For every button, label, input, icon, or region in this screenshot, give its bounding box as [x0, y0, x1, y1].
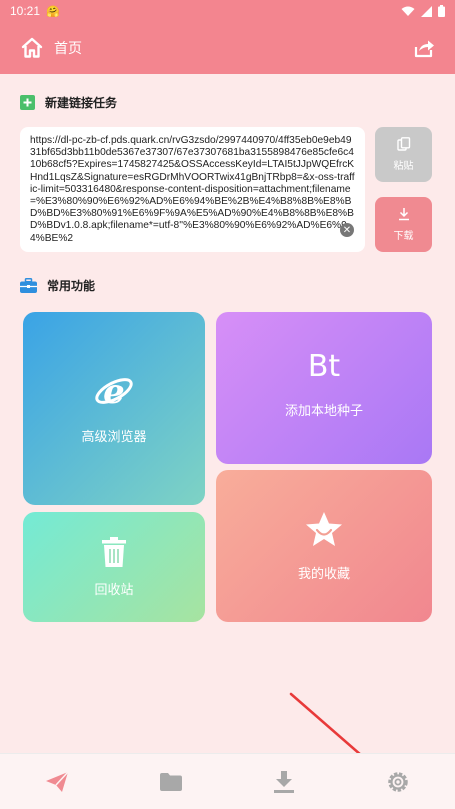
download-icon: [398, 208, 409, 221]
nav-send[interactable]: [27, 754, 87, 809]
bottom-nav: [0, 753, 455, 809]
share-icon[interactable]: [413, 37, 435, 59]
status-bar: 10:21 🤗: [0, 0, 455, 22]
status-time: 10:21: [10, 4, 41, 18]
nav-files[interactable]: [141, 754, 201, 809]
app-header: 首页: [0, 22, 455, 74]
download-icon: [274, 770, 295, 793]
status-emoji: 🤗: [46, 4, 60, 18]
trash-icon: [102, 536, 126, 567]
recycle-label: 回收站: [94, 582, 134, 598]
nav-settings[interactable]: [368, 754, 428, 809]
svg-text:e: e: [103, 372, 125, 410]
paste-label: 粘贴: [393, 161, 414, 172]
features-title: 常用功能: [47, 279, 96, 293]
paste-icon: [396, 137, 410, 151]
url-input[interactable]: https://dl-pc-zb-cf.pds.quark.cn/rvG3zsd…: [20, 127, 365, 252]
new-task-title: 新建链接任务: [45, 96, 118, 110]
page-title: 首页: [54, 41, 82, 57]
send-icon: [45, 770, 69, 792]
browser-card[interactable]: e 高级浏览器: [23, 312, 205, 505]
battery-icon: [438, 5, 445, 17]
toolbox-icon: [20, 278, 37, 293]
signal-icon: [421, 5, 432, 17]
favorites-label: 我的收藏: [297, 566, 350, 582]
star-icon: [306, 511, 342, 546]
wifi-icon: [401, 6, 415, 16]
status-icons: [401, 5, 445, 17]
clear-icon[interactable]: ✕: [340, 223, 354, 237]
nav-downloads[interactable]: [254, 754, 314, 809]
add-torrent-card[interactable]: Bt 添加本地种子: [216, 312, 432, 464]
plus-icon: [20, 95, 35, 110]
features-section-title: 常用功能: [20, 277, 95, 294]
torrent-label: 添加本地种子: [284, 404, 363, 419]
home-icon[interactable]: [20, 36, 44, 60]
paste-button[interactable]: 粘贴: [375, 127, 432, 182]
download-button[interactable]: 下载: [375, 197, 432, 252]
recycle-bin-card[interactable]: 回收站: [23, 512, 205, 622]
favorites-card[interactable]: 我的收藏: [216, 470, 432, 622]
ie-browser-icon: e: [95, 372, 133, 410]
bt-icon: Bt: [307, 349, 341, 384]
new-task-section-title: 新建链接任务: [20, 94, 117, 111]
settings-icon: [388, 771, 408, 792]
folder-icon: [159, 772, 182, 791]
browser-label: 高级浏览器: [81, 430, 147, 445]
download-label: 下载: [393, 231, 414, 242]
